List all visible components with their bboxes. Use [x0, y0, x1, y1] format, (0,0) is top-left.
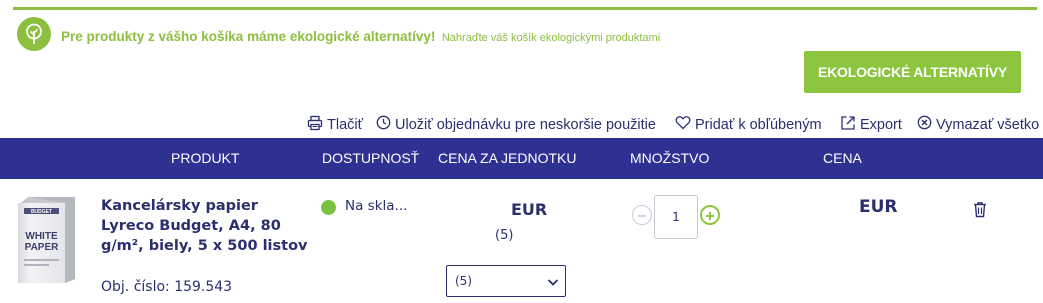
export-label: Export — [860, 117, 902, 133]
clock-icon — [376, 115, 395, 134]
availability-status-dot — [321, 200, 336, 215]
close-circle-icon — [917, 115, 936, 134]
unit-select-value: (5) — [455, 274, 472, 288]
availability-status-text: Na skla... — [345, 198, 408, 214]
export-action[interactable]: Export — [840, 115, 902, 135]
printer-icon — [307, 115, 327, 135]
print-action[interactable]: Tlačiť — [307, 115, 363, 135]
product-object-number: Obj. číslo: 159.543 — [101, 279, 233, 295]
column-header-price: CENA — [823, 150, 862, 166]
tree-icon — [17, 17, 51, 51]
product-image[interactable]: BUDGET WHITE PAPER — [15, 193, 78, 285]
cart-table-header: PRODUKT DOSTUPNOSŤ CENA ZA JEDNOTKU MNOŽ… — [0, 138, 1043, 179]
unit-count: (5) — [495, 228, 514, 243]
quantity-input[interactable]: 1 — [654, 195, 698, 239]
total-price: EUR — [859, 197, 898, 217]
product-image-text-1: WHITE — [25, 231, 58, 242]
clear-all-label: Vymazať všetko — [936, 116, 1040, 133]
export-icon — [840, 115, 860, 135]
eco-banner-title: Pre produkty z vášho košíka máme ekologi… — [61, 29, 436, 44]
eco-accent-bar — [13, 7, 1037, 10]
trash-icon[interactable] — [972, 201, 988, 222]
minus-icon — [637, 206, 647, 225]
plus-icon — [705, 206, 715, 225]
save-order-action[interactable]: Uložiť objednávku pre neskoršie použitie — [376, 115, 656, 134]
product-image-brand: BUDGET — [31, 209, 52, 215]
eco-banner-subtitle[interactable]: Nahraďte váš košík ekologickými produkta… — [442, 32, 660, 44]
product-image-text-2: PAPER — [25, 242, 59, 253]
product-name-link[interactable]: Kancelársky papier Lyreco Budget, A4, 80… — [101, 196, 316, 256]
column-header-availability: DOSTUPNOSŤ — [322, 150, 420, 166]
add-favorite-action[interactable]: Pridať k obľúbeným — [675, 115, 822, 134]
save-order-label: Uložiť objednávku pre neskoršie použitie — [395, 116, 656, 133]
clear-all-action[interactable]: Vymazať všetko — [917, 115, 1039, 134]
heart-icon — [675, 115, 695, 134]
quantity-increase-button[interactable] — [700, 205, 720, 225]
eco-banner-text: Pre produkty z vášho košíka máme ekologi… — [61, 28, 660, 46]
chevron-down-icon — [547, 276, 559, 290]
column-header-quantity: MNOŽSTVO — [630, 150, 710, 166]
eco-alternatives-button[interactable]: EKOLOGICKÉ ALTERNATÍVY — [804, 51, 1021, 93]
unit-price: EUR — [511, 200, 548, 219]
print-label: Tlačiť — [327, 117, 364, 133]
column-header-unit-price: CENA ZA JEDNOTKU — [438, 150, 577, 166]
cart-actions-bar: Tlačiť Uložiť objednávku pre neskoršie p… — [0, 115, 1043, 137]
quantity-decrease-button[interactable] — [632, 205, 652, 225]
unit-select[interactable]: (5) — [446, 265, 566, 297]
column-header-product: PRODUKT — [171, 150, 240, 166]
add-favorite-label: Pridať k obľúbeným — [695, 116, 822, 133]
